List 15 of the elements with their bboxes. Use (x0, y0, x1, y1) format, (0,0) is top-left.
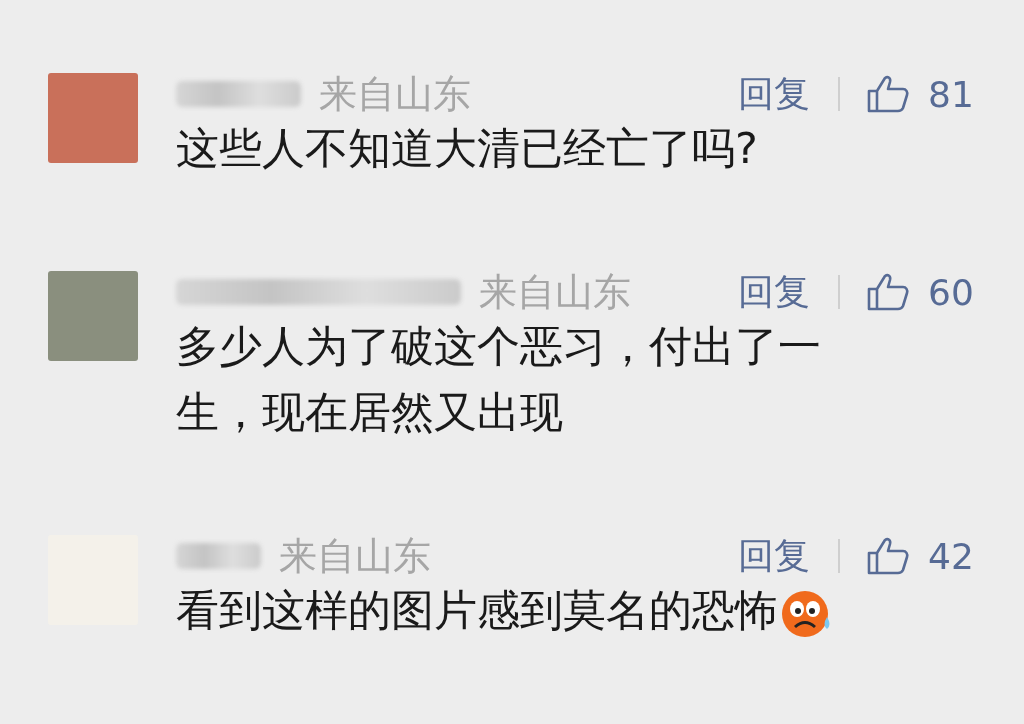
comment-text: 这些人不知道大清已经亡了吗? (176, 123, 758, 173)
comment-text: 多少人为了破这个恶习，付出了一生，现在居然又出现 (176, 321, 821, 437)
thumbs-up-icon[interactable] (866, 536, 910, 576)
reply-link[interactable]: 回复 (738, 69, 810, 119)
thumbs-up-icon[interactable] (866, 272, 910, 312)
like-count: 60 (928, 271, 974, 313)
location-label: 来自山东 (479, 268, 631, 316)
like-count: 81 (928, 73, 974, 115)
like-count: 42 (928, 535, 974, 577)
thumbs-up-icon[interactable] (866, 74, 910, 114)
comment-text: 看到这样的图片感到莫名的恐怖 (176, 585, 778, 635)
reply-link[interactable]: 回复 (738, 531, 810, 581)
reply-link[interactable]: 回复 (738, 267, 810, 317)
location-label: 来自山东 (279, 532, 431, 580)
location-label: 来自山东 (319, 70, 471, 118)
